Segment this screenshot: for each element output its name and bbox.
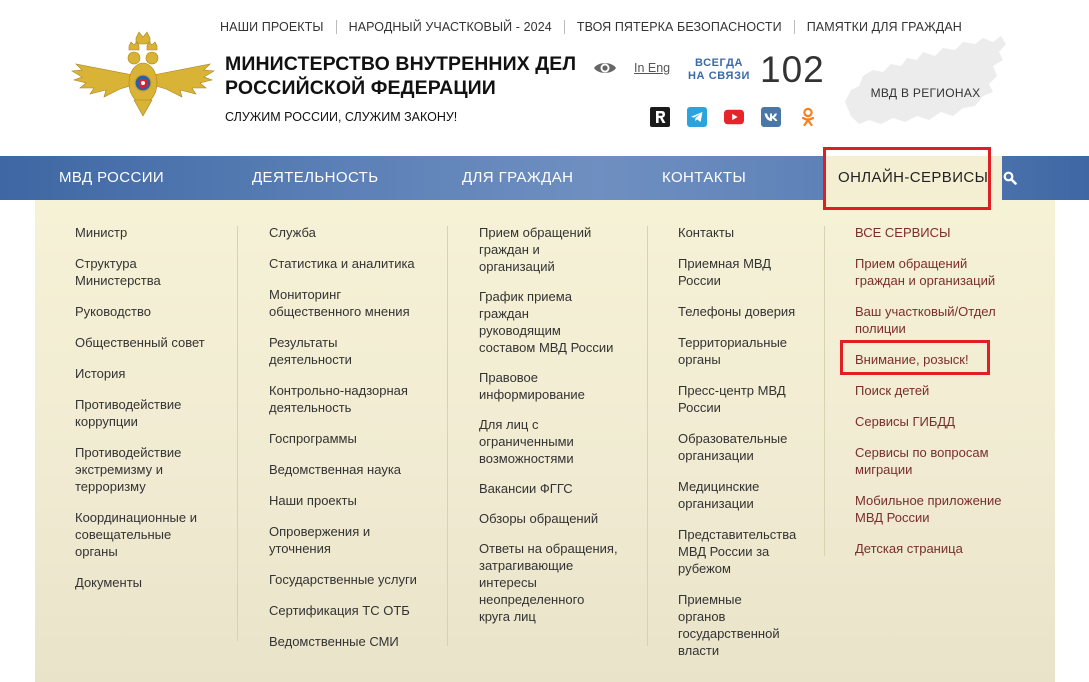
odnoklassniki-icon[interactable]	[798, 107, 818, 127]
menu-link-results[interactable]: Результаты деятельности	[269, 334, 417, 368]
menu-link-medical-organizations[interactable]: Медицинские организации	[678, 478, 796, 512]
menu-link-documents[interactable]: Документы	[75, 574, 205, 591]
menu-link-wanted-persons[interactable]: Внимание, розыск!	[855, 351, 1001, 368]
menu-link-coordination-bodies[interactable]: Координационные и совещательные органы	[75, 509, 205, 560]
top-links-divider	[563, 20, 565, 34]
menu-link-history[interactable]: История	[75, 365, 205, 382]
top-links-divider	[335, 20, 337, 34]
menu-link-statistics[interactable]: Статистика и аналитика	[269, 255, 417, 272]
menu-link-public-opinion[interactable]: Мониторинг общественного мнения	[269, 286, 417, 320]
menu-link-anti-extremism[interactable]: Противодействие экстремизму и терроризму	[75, 444, 205, 495]
menu-link-contacts[interactable]: Контакты	[678, 224, 796, 241]
menu-column-contacts: Контакты Приемная МВД России Телефоны дов…	[678, 224, 796, 659]
menu-link-representations-abroad[interactable]: Представительства МВД России за рубежом	[678, 526, 796, 577]
menu-link-your-uchastkovy[interactable]: Ваш участковый/Отдел полиции	[855, 303, 1001, 337]
youtube-icon[interactable]	[724, 107, 744, 127]
menu-link-reception-schedule[interactable]: График приема граждан руководящим составом …	[479, 288, 618, 356]
menu-link-mobile-app[interactable]: Мобильное приложение МВД России	[855, 492, 1001, 526]
menu-link-children-page[interactable]: Детская страница	[855, 540, 1001, 557]
column-divider	[237, 226, 238, 641]
emergency-phone-number[interactable]: 102	[760, 49, 825, 91]
nav-online-services[interactable]: ОНЛАЙН-СЕРВИСЫ	[824, 156, 1003, 200]
menu-link-vacancies[interactable]: Вакансии ФГГС	[479, 480, 618, 497]
menu-link-ministry-structure[interactable]: Структура Министерства	[75, 255, 205, 289]
menu-column-online-services: ВСЕ СЕРВИСЫ Прием обращений граждан и орг…	[855, 224, 1001, 557]
english-version-link[interactable]: In Eng	[634, 61, 670, 75]
column-divider	[447, 226, 448, 646]
site-title-line-1: МИНИСТЕРСТВО ВНУТРЕННИХ ДЕЛ	[225, 53, 577, 75]
always-connected-label: ВСЕГДА НА СВЯЗИ	[688, 57, 750, 83]
telegram-icon[interactable]	[687, 107, 707, 127]
social-icons	[650, 107, 818, 127]
menu-link-departmental-science[interactable]: Ведомственная наука	[269, 461, 417, 478]
menu-column-activity: Служба Статистика и аналитика Мониторинг…	[269, 224, 417, 650]
rutube-icon[interactable]	[650, 107, 670, 127]
russia-map-icon	[845, 36, 1006, 124]
top-link-safety-five[interactable]: ТВОЯ ПЯТЕРКА БЕЗОПАСНОСТИ	[577, 20, 782, 34]
online-services-dropdown: Министр Структура Министерства Руководств…	[35, 200, 1055, 682]
menu-link-appeal-answers[interactable]: Ответы на обращения, затрагивающие интерес…	[479, 540, 618, 625]
nav-mvd-russia[interactable]: МВД РОССИИ	[59, 156, 164, 200]
menu-link-gibdd-services[interactable]: Сервисы ГИБДД	[855, 413, 1001, 430]
menu-link-trust-phones[interactable]: Телефоны доверия	[678, 303, 796, 320]
regions-map-link[interactable]: МВД В РЕГИОНАХ	[843, 30, 1008, 130]
menu-link-all-services[interactable]: ВСЕ СЕРВИСЫ	[855, 224, 1001, 241]
regions-label: МВД В РЕГИОНАХ	[870, 86, 981, 100]
search-icon[interactable]	[1003, 171, 1017, 185]
menu-link-migration-services[interactable]: Сервисы по вопросам миграции	[855, 444, 1001, 478]
menu-link-state-services[interactable]: Государственные услуги	[269, 571, 417, 588]
menu-link-appeal-reviews[interactable]: Обзоры обращений	[479, 510, 618, 527]
menu-link-press-center[interactable]: Пресс-центр МВД России	[678, 382, 796, 416]
menu-link-our-projects[interactable]: Наши проекты	[269, 492, 417, 509]
visually-impaired-eye-icon[interactable]	[593, 60, 617, 76]
menu-link-educational-organizations[interactable]: Образовательные организации	[678, 430, 796, 464]
nav-activity[interactable]: ДЕЯТЕЛЬНОСТЬ	[252, 156, 379, 200]
menu-link-appeals-reception[interactable]: Прием обращений граждан и организаций	[479, 224, 618, 275]
column-divider	[824, 226, 825, 556]
nav-contacts[interactable]: КОНТАКТЫ	[662, 156, 746, 200]
menu-link-control-supervision[interactable]: Контрольно-надзорная деятельность	[269, 382, 417, 416]
menu-link-refutations[interactable]: Опровержения и уточнения	[269, 523, 417, 557]
menu-link-reception-office[interactable]: Приемная МВД России	[678, 255, 796, 289]
menu-link-government-receptions[interactable]: Приемные органов государственной власти	[678, 591, 796, 659]
main-navigation: МВД РОССИИ ДЕЯТЕЛЬНОСТЬ ДЛЯ ГРАЖДАН КОНТ…	[0, 156, 1089, 200]
menu-link-public-council[interactable]: Общественный совет	[75, 334, 205, 351]
site-motto: СЛУЖИМ РОССИИ, СЛУЖИМ ЗАКОНУ!	[225, 110, 458, 124]
top-links-divider	[793, 20, 795, 34]
menu-link-legal-information[interactable]: Правовое информирование	[479, 369, 618, 403]
menu-link-territorial-bodies[interactable]: Территориальные органы	[678, 334, 796, 368]
menu-link-minister[interactable]: Министр	[75, 224, 205, 241]
menu-link-service[interactable]: Служба	[269, 224, 417, 241]
mvd-emblem-logo[interactable]	[68, 28, 218, 118]
menu-link-anti-corruption[interactable]: Противодействие коррупции	[75, 396, 205, 430]
menu-link-state-programs[interactable]: Госпрограммы	[269, 430, 417, 447]
top-link-our-projects[interactable]: НАШИ ПРОЕКТЫ	[220, 20, 324, 34]
menu-link-disabilities[interactable]: Для лиц с ограниченными возможностями	[479, 416, 618, 467]
menu-link-certification[interactable]: Сертификация ТС ОТБ	[269, 602, 417, 619]
vk-icon[interactable]	[761, 107, 781, 127]
menu-link-departmental-media[interactable]: Ведомственные СМИ	[269, 633, 417, 650]
site-title-line-2: РОССИЙСКОЙ ФЕДЕРАЦИИ	[225, 77, 496, 99]
menu-link-leadership[interactable]: Руководство	[75, 303, 205, 320]
always-connected-line-1: ВСЕГДА	[694, 57, 744, 69]
menu-column-mvd-russia: Министр Структура Министерства Руководств…	[75, 224, 205, 591]
menu-link-appeals-online[interactable]: Прием обращений граждан и организаций	[855, 255, 1001, 289]
menu-column-for-citizens: Прием обращений граждан и организаций Граф…	[479, 224, 618, 625]
menu-link-missing-children[interactable]: Поиск детей	[855, 382, 1001, 399]
always-connected-line-2: НА СВЯЗИ	[688, 70, 751, 82]
top-link-people-uchastkovy[interactable]: НАРОДНЫЙ УЧАСТКОВЫЙ - 2024	[349, 20, 552, 34]
site-title[interactable]: МИНИСТЕРСТВО ВНУТРЕННИХ ДЕЛ РОССИЙСКОЙ Ф…	[225, 52, 576, 100]
nav-for-citizens[interactable]: ДЛЯ ГРАЖДАН	[462, 156, 573, 200]
column-divider	[647, 226, 648, 646]
